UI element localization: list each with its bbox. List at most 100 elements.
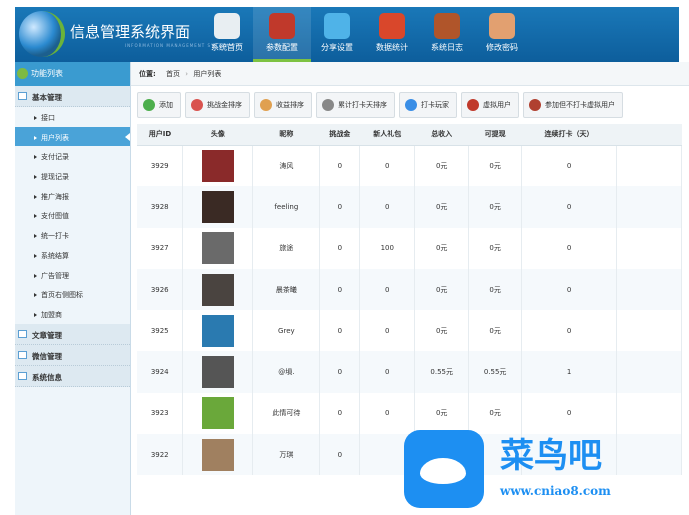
cell-g: 0 [359,310,416,352]
cell-c: 0 [319,310,361,352]
breadcrumb-home[interactable]: 首页 [166,70,180,78]
toolbar-icon [405,99,417,111]
cell-name: Grey [252,310,321,352]
cell-w: 0元 [468,227,523,269]
group-label: 系统信息 [32,372,62,382]
column-header: 新人礼包 [359,124,415,146]
nav-tab-1[interactable]: 参数配置 [253,7,311,62]
nav-tab-4[interactable]: 系统日志 [418,7,476,62]
nav-tab-5[interactable]: 修改密码 [473,7,531,62]
toolbar-button[interactable]: 收益排序 [254,92,312,118]
table-row[interactable]: 3926 晨茶曦 0 0 0元 0元 0 [137,268,682,311]
column-header: 昵称 [252,124,320,146]
table-row[interactable]: 3929 涛风 0 0 0元 0元 0 [137,145,682,187]
cell-name: 旅途 [252,227,321,269]
sidebar-group[interactable]: 系统信息 [15,365,130,387]
sidebar-item[interactable]: 支付记录 [15,146,130,166]
sidebar-item[interactable]: 首页右侧图标 [15,284,130,304]
sidebar-item[interactable]: 支付图值 [15,205,130,225]
table-row[interactable]: 3925 Grey 0 0 0元 0元 0 [137,310,682,352]
table-row[interactable]: 3927 旅途 0 100 0元 0元 0 [137,227,682,269]
cell-id: 3929 [137,145,184,187]
cell-d: 0 [521,145,617,187]
breadcrumb-current: 用户列表 [193,70,222,78]
cell-id: 3922 [137,434,184,476]
avatar [201,438,234,471]
avatar [201,190,234,223]
sidebar-group[interactable]: 微信管理 [15,344,130,366]
cell-avatar [182,351,254,393]
nav-label: 系统日志 [431,43,463,52]
avatar [201,314,234,347]
nav-tab-3[interactable]: 数据统计 [363,7,421,62]
table-row[interactable]: 3928 feeling 0 0 0元 0元 0 [137,186,682,228]
column-header: 可提现 [468,124,522,146]
toolbar-button[interactable]: 参加但不打卡虚拟用户 [523,92,623,118]
cell-extra [616,227,682,269]
sidebar-item[interactable]: 用户列表 [15,126,130,147]
cell-t: 0.55元 [414,351,470,393]
sidebar-item[interactable]: 接口 [15,107,130,127]
group-icon [18,92,27,100]
cell-d: 0 [521,186,617,228]
group-label: 基本管理 [32,93,62,102]
group-icon [18,329,27,338]
table-row[interactable]: 3924 @塤. 0 0 0.55元 0.55元 1 [137,351,682,393]
nav-label: 数据统计 [376,43,408,52]
toolbar-button[interactable]: 虚拟用户 [461,92,519,118]
cell-name: 此情可待 [252,392,321,435]
cell-name: feeling [252,186,321,228]
nav-tab-0[interactable]: 系统首页 [198,7,256,62]
cell-c: 0 [319,145,361,187]
cell-c: 0 [319,268,361,311]
column-header [616,124,682,146]
toolbar-icon [322,99,334,111]
toolbar-button[interactable]: 挑战金排序 [185,92,250,118]
cell-g: 0 [359,351,416,393]
nav-label: 修改密码 [486,43,518,52]
cell-d: 0 [521,227,617,269]
column-header: 用户ID [137,124,183,146]
cell-t: 0元 [414,227,470,269]
column-header: 总收入 [414,124,469,146]
sidebar-title: 功能列表 [31,69,63,78]
cell-w: 0.55元 [468,351,523,393]
logo-globe-icon [19,11,65,57]
sidebar-item[interactable]: 广告管理 [15,265,130,285]
cell-name: 涛风 [252,145,321,187]
sidebar-item[interactable]: 推广海报 [15,186,130,206]
nav-icon [489,13,515,39]
toolbar-label: 挑战金排序 [207,101,242,109]
toolbar-icon [467,99,479,111]
sidebar-item[interactable]: 提现记录 [15,166,130,186]
nav-icon [434,13,460,39]
nav-icon [379,13,405,39]
cell-c: 0 [319,434,361,476]
cell-t: 0元 [414,186,470,228]
cell-id: 3926 [137,268,184,311]
nav-label: 参数配置 [266,43,298,52]
sidebar-item[interactable]: 统一打卡 [15,225,130,245]
cell-g: 0 [359,268,416,311]
cell-extra [616,268,682,311]
toolbar-button[interactable]: 添加 [137,92,181,118]
cell-g: 100 [359,227,416,269]
group-label: 文章管理 [32,330,62,340]
sidebar-item[interactable]: 加盟商 [15,304,130,324]
nav-label: 系统首页 [211,43,243,52]
sidebar-group[interactable]: 文章管理 [15,323,130,345]
toolbar-button[interactable]: 累计打卡天排序 [316,92,395,118]
avatar [201,356,234,389]
watermark-text: 菜鸟吧 [500,436,602,476]
avatar [201,273,234,306]
toolbar-button[interactable]: 打卡玩家 [399,92,457,118]
cell-id: 3925 [137,310,184,352]
sidebar-group[interactable]: 基本管理 [15,86,130,107]
cell-t: 0元 [414,268,470,311]
cell-avatar [182,310,254,352]
column-header: 连续打卡（天） [521,124,617,146]
cell-name: @塤. [252,351,321,393]
nav-label: 分享设置 [321,43,353,52]
sidebar-item[interactable]: 系统结算 [15,245,130,265]
nav-tab-2[interactable]: 分享设置 [308,7,366,62]
